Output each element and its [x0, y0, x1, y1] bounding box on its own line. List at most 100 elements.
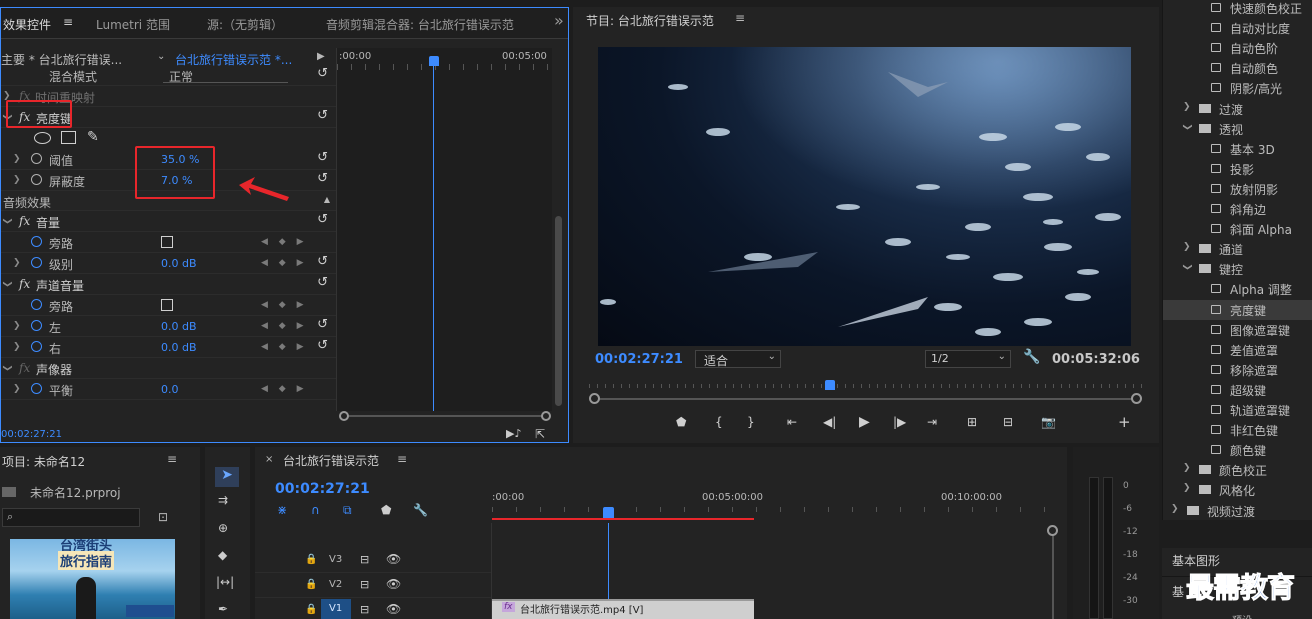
timeline-ruler[interactable]: :00:00 00:05:00:00 00:10:00:00 — [492, 487, 1052, 523]
collapse-up-icon[interactable]: ▲ — [324, 195, 330, 204]
reset-icon[interactable]: ↺ — [317, 212, 328, 227]
fit-select[interactable]: 适合 ⌄ — [695, 350, 781, 368]
fx-icon[interactable]: fx — [19, 277, 30, 291]
balance-value[interactable]: 0.0 — [161, 383, 179, 396]
expand-arrow-icon[interactable]: ❯ — [13, 342, 21, 352]
effects-folder[interactable]: ❯ 过渡 — [1163, 99, 1312, 119]
ripple-edit-tool-icon[interactable]: ⊕ — [218, 521, 228, 535]
effects-item[interactable]: 差值遮罩 — [1163, 340, 1312, 360]
reset-icon[interactable]: ↺ — [317, 150, 328, 165]
mark-in-icon[interactable]: { — [715, 415, 723, 429]
pen-mask-icon[interactable]: ✎ — [87, 129, 99, 145]
stopwatch-icon[interactable] — [31, 174, 42, 185]
reset-icon[interactable]: ↺ — [317, 338, 328, 353]
level-value[interactable]: 0.0 dB — [161, 257, 197, 270]
blend-mode-select[interactable]: 正常 — [163, 68, 288, 84]
add-marker-icon[interactable]: ⬟ — [381, 503, 391, 517]
effects-item[interactable]: 自动对比度 — [1163, 18, 1312, 38]
program-playhead[interactable] — [825, 380, 835, 390]
effects-folder[interactable]: ❯ 视频过渡 — [1163, 501, 1312, 521]
stopwatch-icon[interactable] — [31, 299, 42, 310]
add-marker-icon[interactable]: ⬟ — [676, 415, 686, 429]
close-icon[interactable]: × — [265, 454, 273, 465]
chevron-down-icon[interactable]: ⌄ — [157, 51, 165, 62]
go-to-out-icon[interactable]: ⇥ — [927, 415, 937, 429]
razor-tool-icon[interactable]: ◆ — [218, 548, 227, 562]
reset-icon[interactable]: ↺ — [317, 171, 328, 186]
tab-audio-clip-mixer[interactable]: 音频剪辑混合器: 台北旅行错误示范 — [326, 16, 514, 33]
timeline-playhead[interactable] — [603, 507, 614, 518]
effects-item[interactable]: 自动颜色 — [1163, 58, 1312, 78]
reset-icon[interactable]: ↺ — [317, 275, 328, 290]
mark-out-icon[interactable]: } — [747, 415, 755, 429]
program-timecode[interactable]: 00:02:27:21 — [595, 352, 683, 367]
wrench-icon[interactable]: 🔧 — [413, 503, 428, 517]
stopwatch-icon[interactable] — [31, 236, 42, 247]
expand-arrow-icon[interactable]: ❯ — [13, 175, 21, 185]
panel-menu-icon[interactable]: ≡ — [167, 452, 177, 466]
keyframe-nav-icon[interactable]: ◀ ◆ ▶ — [261, 237, 308, 247]
effects-item[interactable]: 超级键 — [1163, 380, 1312, 400]
keyframe-nav-icon[interactable]: ◀ ◆ ▶ — [261, 321, 308, 331]
track-label[interactable]: V2 — [329, 579, 342, 590]
stopwatch-icon[interactable] — [31, 257, 42, 268]
program-monitor-title[interactable]: 节目: 台北旅行错误示范 — [586, 12, 714, 29]
tab-effect-controls[interactable]: 效果控件 — [3, 16, 51, 33]
reset-icon[interactable]: ↺ — [317, 66, 328, 81]
expand-arrow-icon[interactable]: ❯ — [13, 384, 21, 394]
lift-icon[interactable]: ⊞ — [967, 415, 977, 429]
effects-item[interactable]: 亮度键 — [1163, 299, 1312, 320]
panner-row[interactable]: ❯ fx 声像器 — [1, 358, 336, 379]
timeline-vscroll[interactable] — [1047, 523, 1059, 619]
reset-icon[interactable]: ↺ — [317, 317, 328, 332]
effects-item[interactable]: 基本 3D — [1163, 139, 1312, 159]
lock-icon[interactable]: 🔒 — [305, 604, 317, 615]
effects-item[interactable]: 移除遮罩 — [1163, 360, 1312, 380]
left-value[interactable]: 0.0 dB — [161, 320, 197, 333]
vertical-scrollbar[interactable] — [553, 48, 565, 411]
horizontal-scrollbar[interactable] — [338, 410, 553, 422]
expand-arrow-icon[interactable]: ❯ — [13, 258, 21, 268]
clip-thumbnail[interactable]: 台湾街头 旅行指南 — [10, 539, 175, 619]
eye-icon[interactable]: 👁 — [386, 577, 401, 591]
extract-icon[interactable]: ⊟ — [1003, 415, 1013, 429]
panel-menu-icon[interactable]: ≡ — [397, 452, 407, 466]
panel-menu-icon[interactable]: ≡ — [63, 15, 73, 29]
effects-item[interactable]: 阴影/高光 — [1163, 78, 1312, 98]
rectangle-mask-icon[interactable] — [61, 131, 76, 144]
step-forward-icon[interactable]: |▶ — [893, 415, 906, 429]
play-audio-icon[interactable]: ▶♪ — [506, 427, 521, 440]
sync-lock-icon[interactable]: ⊟ — [360, 578, 369, 591]
basic-sound-tab[interactable]: 基 — [1172, 583, 1184, 600]
lock-icon[interactable]: 🔒 — [305, 579, 317, 590]
search-input[interactable]: ⌕ — [2, 508, 140, 527]
effects-item[interactable]: 快速颜色校正 — [1163, 0, 1312, 18]
stopwatch-icon[interactable] — [31, 320, 42, 331]
effects-item[interactable]: 放射阴影 — [1163, 179, 1312, 199]
tab-lumetri-scopes[interactable]: Lumetri 范围 — [96, 16, 170, 33]
reset-icon[interactable]: ↺ — [317, 108, 328, 123]
play-icon[interactable]: ▶ — [859, 414, 870, 430]
go-to-in-icon[interactable]: ⇤ — [787, 415, 797, 429]
sync-lock-icon[interactable]: ⊟ — [360, 553, 369, 566]
slip-tool-icon[interactable]: |↔| — [216, 575, 234, 589]
lock-icon[interactable]: 🔒 — [305, 554, 317, 565]
fx-icon[interactable]: fx — [19, 361, 30, 375]
video-frame[interactable] — [598, 47, 1131, 346]
video-clip[interactable]: fx 台北旅行错误示范.mp4 [V] — [492, 599, 754, 619]
right-value[interactable]: 0.0 dB — [161, 341, 197, 354]
stopwatch-icon[interactable] — [31, 341, 42, 352]
collapse-arrow-icon[interactable]: ❯ — [2, 280, 12, 288]
effects-item[interactable]: Alpha 调整 — [1163, 279, 1312, 299]
effects-item[interactable]: 自动色阶 — [1163, 38, 1312, 58]
camera-icon[interactable]: 📷 — [1041, 415, 1056, 429]
sequence-clip-label[interactable]: 台北旅行错误示范 *... — [175, 51, 292, 68]
effects-item[interactable]: 轨道遮罩键 — [1163, 400, 1312, 420]
ec-timecode[interactable]: 00:02:27:21 — [1, 429, 62, 440]
nest-icon[interactable]: ⋇ — [277, 503, 287, 517]
keyframe-nav-icon[interactable]: ◀ ◆ ▶ — [261, 342, 308, 352]
add-button-icon[interactable]: + — [1118, 413, 1131, 431]
timeline-timecode[interactable]: 00:02:27:21 — [275, 481, 370, 497]
project-title[interactable]: 项目: 未命名12 — [2, 453, 85, 470]
resolution-select[interactable]: 1/2 ⌄ — [925, 350, 1011, 368]
